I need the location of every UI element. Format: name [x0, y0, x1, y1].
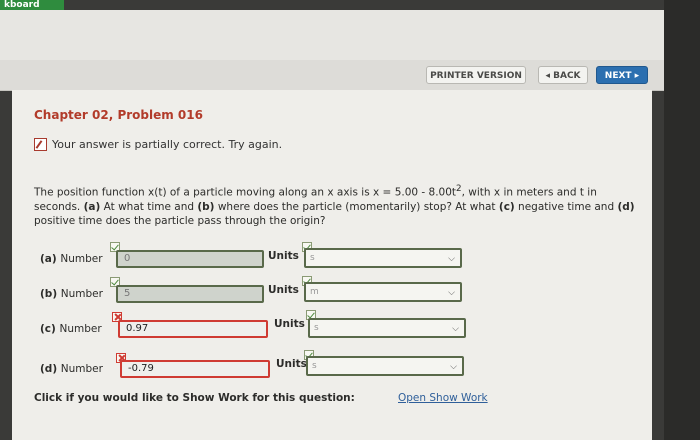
units-b-label: Units	[268, 284, 299, 296]
answer-label: Number	[59, 323, 102, 335]
question-part: negative time and	[514, 200, 618, 213]
question-part: At what time and	[100, 200, 198, 213]
units-d-select[interactable]: s ⌵	[306, 356, 464, 376]
back-button[interactable]: ◂ BACK	[538, 66, 588, 84]
answer-label: Number	[60, 288, 103, 300]
next-button[interactable]: NEXT ▸	[596, 66, 648, 84]
answer-tag: (d)	[40, 363, 58, 375]
screen-edge	[664, 0, 700, 440]
show-work-prompt: Click if you would like to Show Work for…	[34, 392, 355, 404]
units-d-value: s	[312, 361, 317, 371]
question-tag: (a)	[83, 200, 101, 213]
question-tag: (c)	[498, 200, 515, 213]
open-show-work-link[interactable]: Open Show Work	[398, 392, 488, 404]
question-part: The position function x(t) of a particle…	[34, 186, 457, 199]
status-text: Your answer is partially correct. Try ag…	[52, 138, 283, 151]
question-text: The position function x(t) of a particle…	[34, 182, 644, 228]
keyboard-tab-label: kboard	[4, 0, 40, 10]
problem-panel: Chapter 02, Problem 016 Your answer is p…	[12, 90, 652, 440]
top-band	[0, 10, 680, 60]
chevron-down-icon: ⌵	[452, 324, 459, 334]
answer-tag: (c)	[40, 323, 56, 335]
question-tag: (d)	[617, 200, 635, 213]
chapter-title: Chapter 02, Problem 016	[34, 108, 203, 122]
answer-d-input[interactable]: -0.79	[120, 360, 270, 378]
toolbar: PRINTER VERSION ◂ BACK NEXT ▸	[0, 60, 664, 91]
units-b-value: m	[310, 287, 319, 297]
answer-label: Number	[60, 363, 103, 375]
answer-d-label: (d) Number	[40, 363, 103, 375]
keyboard-tab[interactable]: kboard	[0, 0, 64, 10]
chevron-down-icon: ⌵	[448, 254, 455, 264]
answer-a-label: (a) Number	[40, 253, 103, 265]
answer-label: Number	[60, 253, 103, 265]
printer-version-button[interactable]: PRINTER VERSION	[426, 66, 526, 84]
units-d-label: Units	[276, 358, 307, 370]
units-a-label: Units	[268, 250, 299, 262]
units-a-select[interactable]: s ⌵	[304, 248, 462, 268]
answer-b-label: (b) Number	[40, 288, 103, 300]
status-message: Your answer is partially correct. Try ag…	[34, 138, 282, 151]
units-c-value: s	[314, 323, 319, 333]
answer-b-input[interactable]: 5	[116, 285, 264, 303]
units-c-select[interactable]: s ⌵	[308, 318, 466, 338]
answer-tag: (a)	[40, 253, 57, 265]
answer-a-input[interactable]: 0	[116, 250, 264, 268]
pencil-icon	[34, 138, 47, 151]
question-part: positive time does the particle pass thr…	[34, 214, 326, 227]
question-part: where does the particle (momentarily) st…	[214, 200, 499, 213]
chevron-down-icon: ⌵	[450, 362, 457, 372]
question-tag: (b)	[197, 200, 215, 213]
answer-c-label: (c) Number	[40, 323, 102, 335]
units-b-select[interactable]: m ⌵	[304, 282, 462, 302]
answer-c-input[interactable]: 0.97	[118, 320, 268, 338]
units-a-value: s	[310, 253, 315, 263]
answer-tag: (b)	[40, 288, 58, 300]
units-c-label: Units	[274, 318, 305, 330]
chevron-down-icon: ⌵	[448, 288, 455, 298]
